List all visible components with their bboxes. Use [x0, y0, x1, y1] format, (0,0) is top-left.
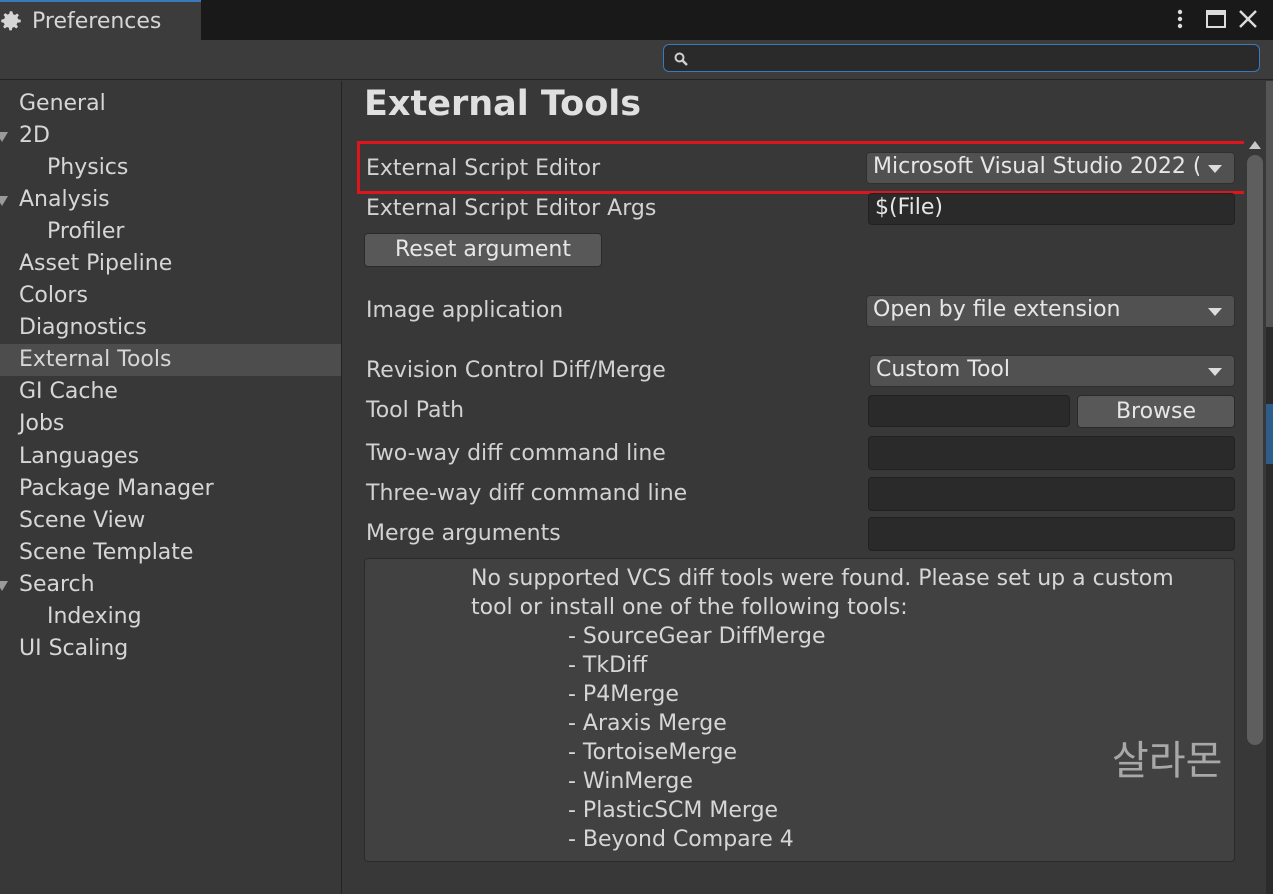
merge-arguments-label: Merge arguments	[366, 521, 561, 546]
three-way-diff-field[interactable]	[868, 477, 1235, 511]
sidebar-item-label: Colors	[19, 283, 88, 308]
two-way-diff-field[interactable]	[868, 436, 1235, 470]
sidebar-item-ui-scaling[interactable]: UI Scaling	[0, 633, 341, 665]
sidebar-item-jobs[interactable]: Jobs	[0, 408, 341, 440]
sidebar-item-label: Analysis	[19, 187, 110, 212]
help-message-line: No supported VCS diff tools were found. …	[471, 566, 1174, 591]
gear-icon	[1, 11, 21, 31]
help-message-line: tool or install one of the following too…	[471, 595, 908, 620]
help-tool-item: - SourceGear DiffMerge	[568, 624, 826, 649]
sidebar-item-label: UI Scaling	[19, 636, 129, 661]
sidebar-item-label: Diagnostics	[19, 315, 147, 340]
chevron-down-icon	[1208, 308, 1222, 316]
sidebar-item-search[interactable]: Search	[0, 569, 341, 601]
sidebar-item-diagnostics[interactable]: Diagnostics	[0, 312, 341, 344]
sidebar-item-general[interactable]: General	[0, 88, 341, 120]
search-input[interactable]	[663, 44, 1260, 72]
scrollbar-thumb[interactable]	[1247, 155, 1263, 745]
watermark: 살라몬	[1112, 738, 1223, 784]
foldout-arrow-icon[interactable]	[0, 196, 8, 206]
sidebar-item-package-manager[interactable]: Package Manager	[0, 473, 341, 505]
merge-arguments-field[interactable]	[868, 517, 1235, 551]
image-application-dropdown[interactable]: Open by file extension	[866, 295, 1235, 327]
revision-control-dropdown[interactable]: Custom Tool	[869, 355, 1235, 387]
kebab-menu-icon[interactable]	[1168, 4, 1192, 34]
sidebar-item-asset-pipeline[interactable]: Asset Pipeline	[0, 248, 341, 280]
sidebar-item-label: 2D	[19, 123, 50, 148]
sidebar-item-label: Profiler	[47, 219, 125, 244]
sidebar-item-physics[interactable]: Physics	[0, 152, 341, 184]
sidebar-item-label: External Tools	[19, 347, 172, 372]
sidebar-item-indexing[interactable]: Indexing	[0, 601, 341, 633]
help-tool-item: - PlasticSCM Merge	[568, 798, 779, 823]
tab-title: Preferences	[32, 9, 162, 34]
two-way-diff-label: Two-way diff command line	[366, 441, 666, 466]
tool-path-field[interactable]	[868, 395, 1070, 427]
dropdown-value: Custom Tool	[876, 357, 1011, 382]
edge-segment	[1266, 81, 1273, 327]
external-script-editor-args-field[interactable]: $(File)	[868, 193, 1235, 225]
sidebar: General 2D Physics Analysis Profiler Ass…	[0, 81, 342, 894]
foldout-arrow-icon[interactable]	[0, 581, 8, 591]
sidebar-item-label: Search	[19, 572, 95, 597]
sidebar-item-label: Jobs	[19, 411, 65, 436]
image-application-label: Image application	[366, 298, 564, 323]
dropdown-value: Open by file extension	[873, 297, 1121, 322]
sidebar-item-label: Package Manager	[19, 476, 214, 501]
three-way-diff-label: Three-way diff command line	[366, 481, 688, 506]
foldout-arrow-icon[interactable]	[0, 132, 8, 142]
edge-segment	[1266, 404, 1273, 464]
sidebar-item-scene-view[interactable]: Scene View	[0, 505, 341, 537]
sidebar-item-label: Scene Template	[19, 540, 194, 565]
search-icon	[674, 52, 688, 66]
sidebar-item-gi-cache[interactable]: GI Cache	[0, 376, 341, 408]
sidebar-item-label: Languages	[19, 444, 140, 469]
chevron-down-icon	[1208, 368, 1222, 376]
sidebar-item-scene-template[interactable]: Scene Template	[0, 537, 341, 569]
sidebar-item-label: Indexing	[47, 604, 142, 629]
browse-button[interactable]: Browse	[1077, 395, 1235, 428]
scroll-up-arrow-icon[interactable]	[1249, 141, 1261, 149]
reset-argument-button[interactable]: Reset argument	[364, 233, 602, 267]
sidebar-item-2d[interactable]: 2D	[0, 120, 341, 152]
tab-preferences[interactable]: Preferences	[0, 0, 201, 40]
revision-control-label: Revision Control Diff/Merge	[366, 358, 666, 383]
sidebar-item-label: Scene View	[19, 508, 146, 533]
close-icon[interactable]	[1236, 4, 1260, 34]
help-tool-item: - WinMerge	[568, 769, 693, 794]
sidebar-item-label: Physics	[47, 155, 129, 180]
sidebar-item-profiler[interactable]: Profiler	[0, 216, 341, 248]
help-tool-item: - Beyond Compare 4	[568, 827, 794, 852]
help-tool-item: - Araxis Merge	[568, 711, 727, 736]
tool-path-label: Tool Path	[366, 398, 465, 423]
sidebar-item-colors[interactable]: Colors	[0, 280, 341, 312]
page-title: External Tools	[364, 84, 642, 124]
sidebar-item-label: Asset Pipeline	[19, 251, 173, 276]
help-tool-item: - TkDiff	[568, 653, 648, 678]
field-value: $(File)	[875, 195, 943, 220]
highlight-annotation-box	[357, 141, 1250, 194]
help-tool-item: - P4Merge	[568, 682, 679, 707]
sidebar-item-languages[interactable]: Languages	[0, 441, 341, 473]
sidebar-item-label: General	[19, 91, 106, 116]
sidebar-item-analysis[interactable]: Analysis	[0, 184, 341, 216]
maximize-icon[interactable]	[1204, 4, 1228, 34]
sidebar-item-external-tools[interactable]: External Tools	[0, 344, 341, 376]
external-script-editor-args-label: External Script Editor Args	[366, 196, 657, 221]
help-tool-item: - TortoiseMerge	[568, 740, 738, 765]
sidebar-item-label: GI Cache	[19, 379, 118, 404]
